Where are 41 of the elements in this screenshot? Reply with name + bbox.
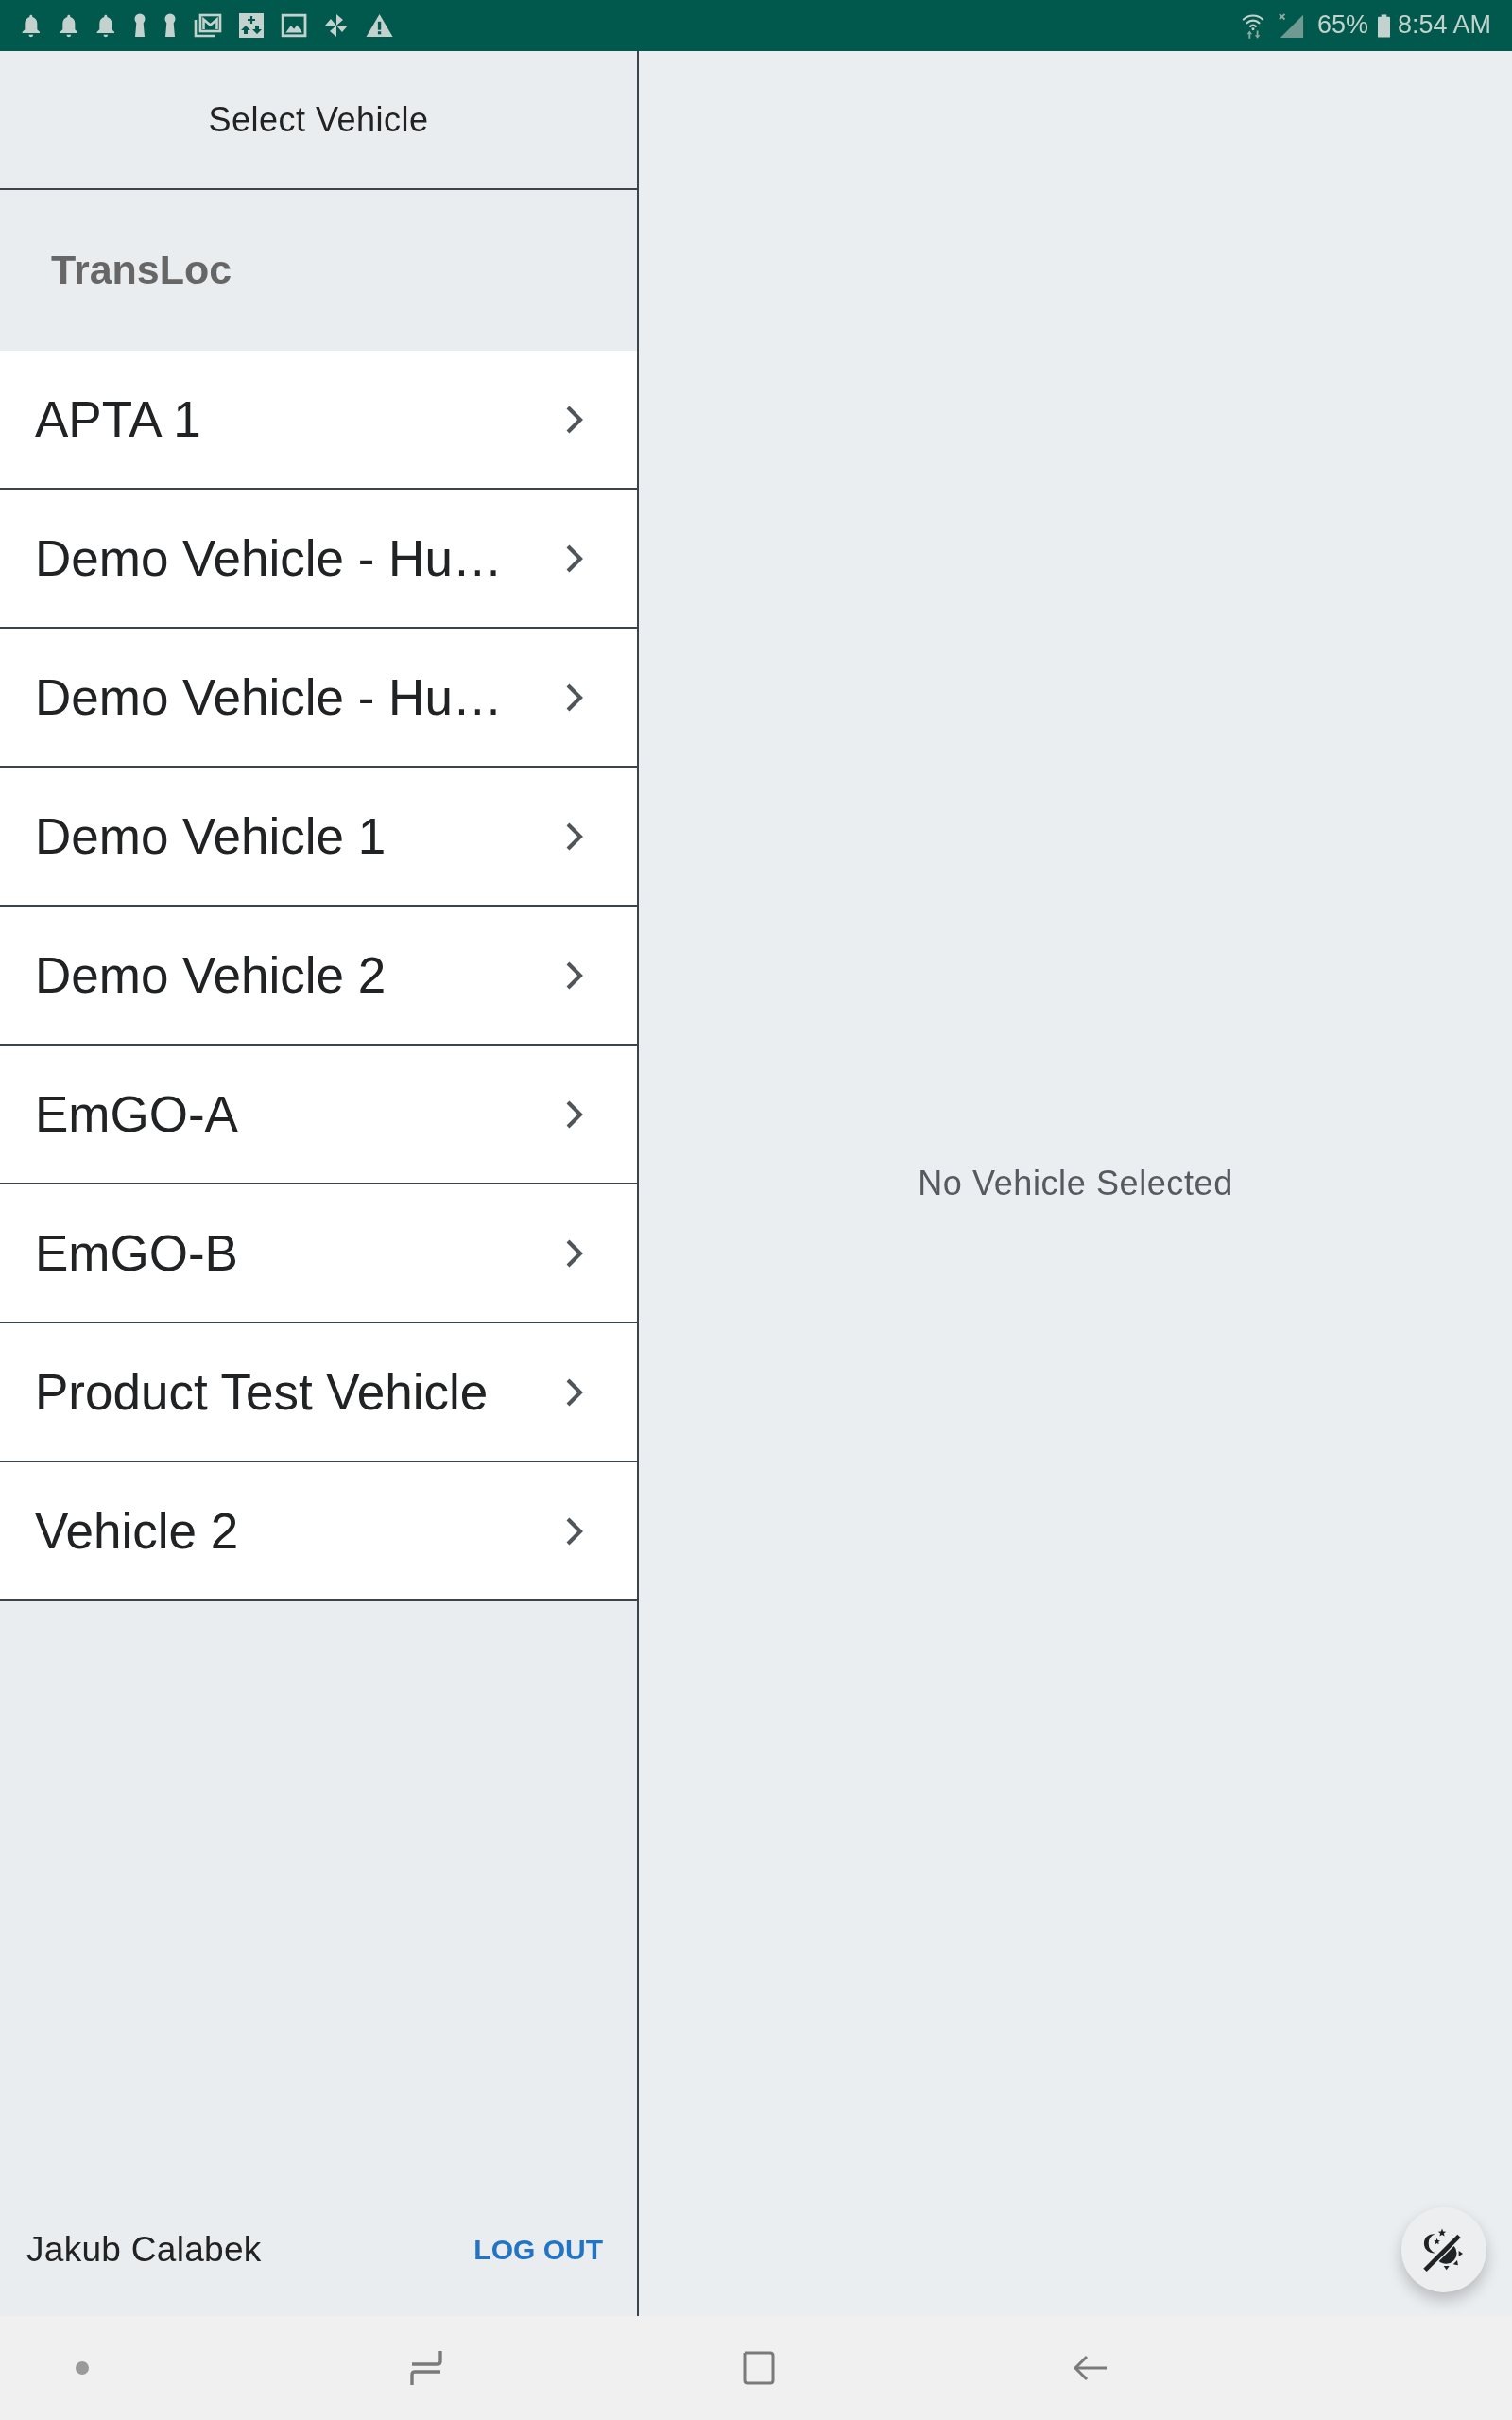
vehicle-list-item[interactable]: Vehicle 2 <box>0 1462 637 1601</box>
chevron-right-icon <box>565 821 584 852</box>
panel-title: Select Vehicle <box>208 98 429 141</box>
vehicle-list-item[interactable]: EmGO-A <box>0 1046 637 1184</box>
chevron-right-icon <box>565 404 584 435</box>
empty-state-message: No Vehicle Selected <box>918 1163 1233 1204</box>
pinwheel-icon <box>324 13 350 38</box>
theme-toggle-button[interactable] <box>1401 2207 1486 2292</box>
mail-icon <box>193 13 222 38</box>
chevron-right-icon <box>565 1515 584 1547</box>
image-icon <box>280 13 308 38</box>
chevron-right-icon <box>565 682 584 713</box>
clock-time: 8:54 AM <box>1397 11 1491 40</box>
vehicle-list-item[interactable]: APTA 1 <box>0 351 637 490</box>
warning-icon <box>366 13 394 38</box>
chevron-right-icon <box>565 959 584 991</box>
plus-arrows-icon <box>238 13 264 38</box>
nav-dot-icon[interactable] <box>76 2361 89 2375</box>
recent-apps-icon[interactable] <box>407 2349 445 2387</box>
chevron-right-icon <box>565 543 584 574</box>
vehicle-list-item[interactable]: Demo Vehicle - Hu… <box>0 629 637 768</box>
keyhole-icon <box>163 13 177 38</box>
vehicle-list-item[interactable]: Demo Vehicle 2 <box>0 907 637 1046</box>
section-header: TransLoc <box>51 246 232 295</box>
battery-icon <box>1377 13 1390 38</box>
user-name: Jakub Calabek <box>26 2228 262 2271</box>
chevron-right-icon <box>565 1237 584 1269</box>
chevron-right-icon <box>565 1098 584 1130</box>
battery-percent: 65% <box>1316 11 1368 40</box>
logout-button[interactable]: LOG OUT <box>472 2229 605 2271</box>
bell-icon <box>58 13 79 38</box>
wifi-icon <box>1241 12 1264 39</box>
vehicle-list-item[interactable]: EmGO-B <box>0 1184 637 1323</box>
vehicle-list-item[interactable]: Demo Vehicle 1 <box>0 768 637 907</box>
bell-icon <box>95 13 116 38</box>
bell-icon <box>21 13 42 38</box>
chevron-right-icon <box>565 1376 584 1408</box>
vehicle-list-item[interactable]: Product Test Vehicle <box>0 1323 637 1462</box>
signal-icon <box>1277 12 1304 39</box>
keyhole-icon <box>132 13 146 38</box>
vehicle-list-item[interactable]: Demo Vehicle - Hu… <box>0 490 637 629</box>
